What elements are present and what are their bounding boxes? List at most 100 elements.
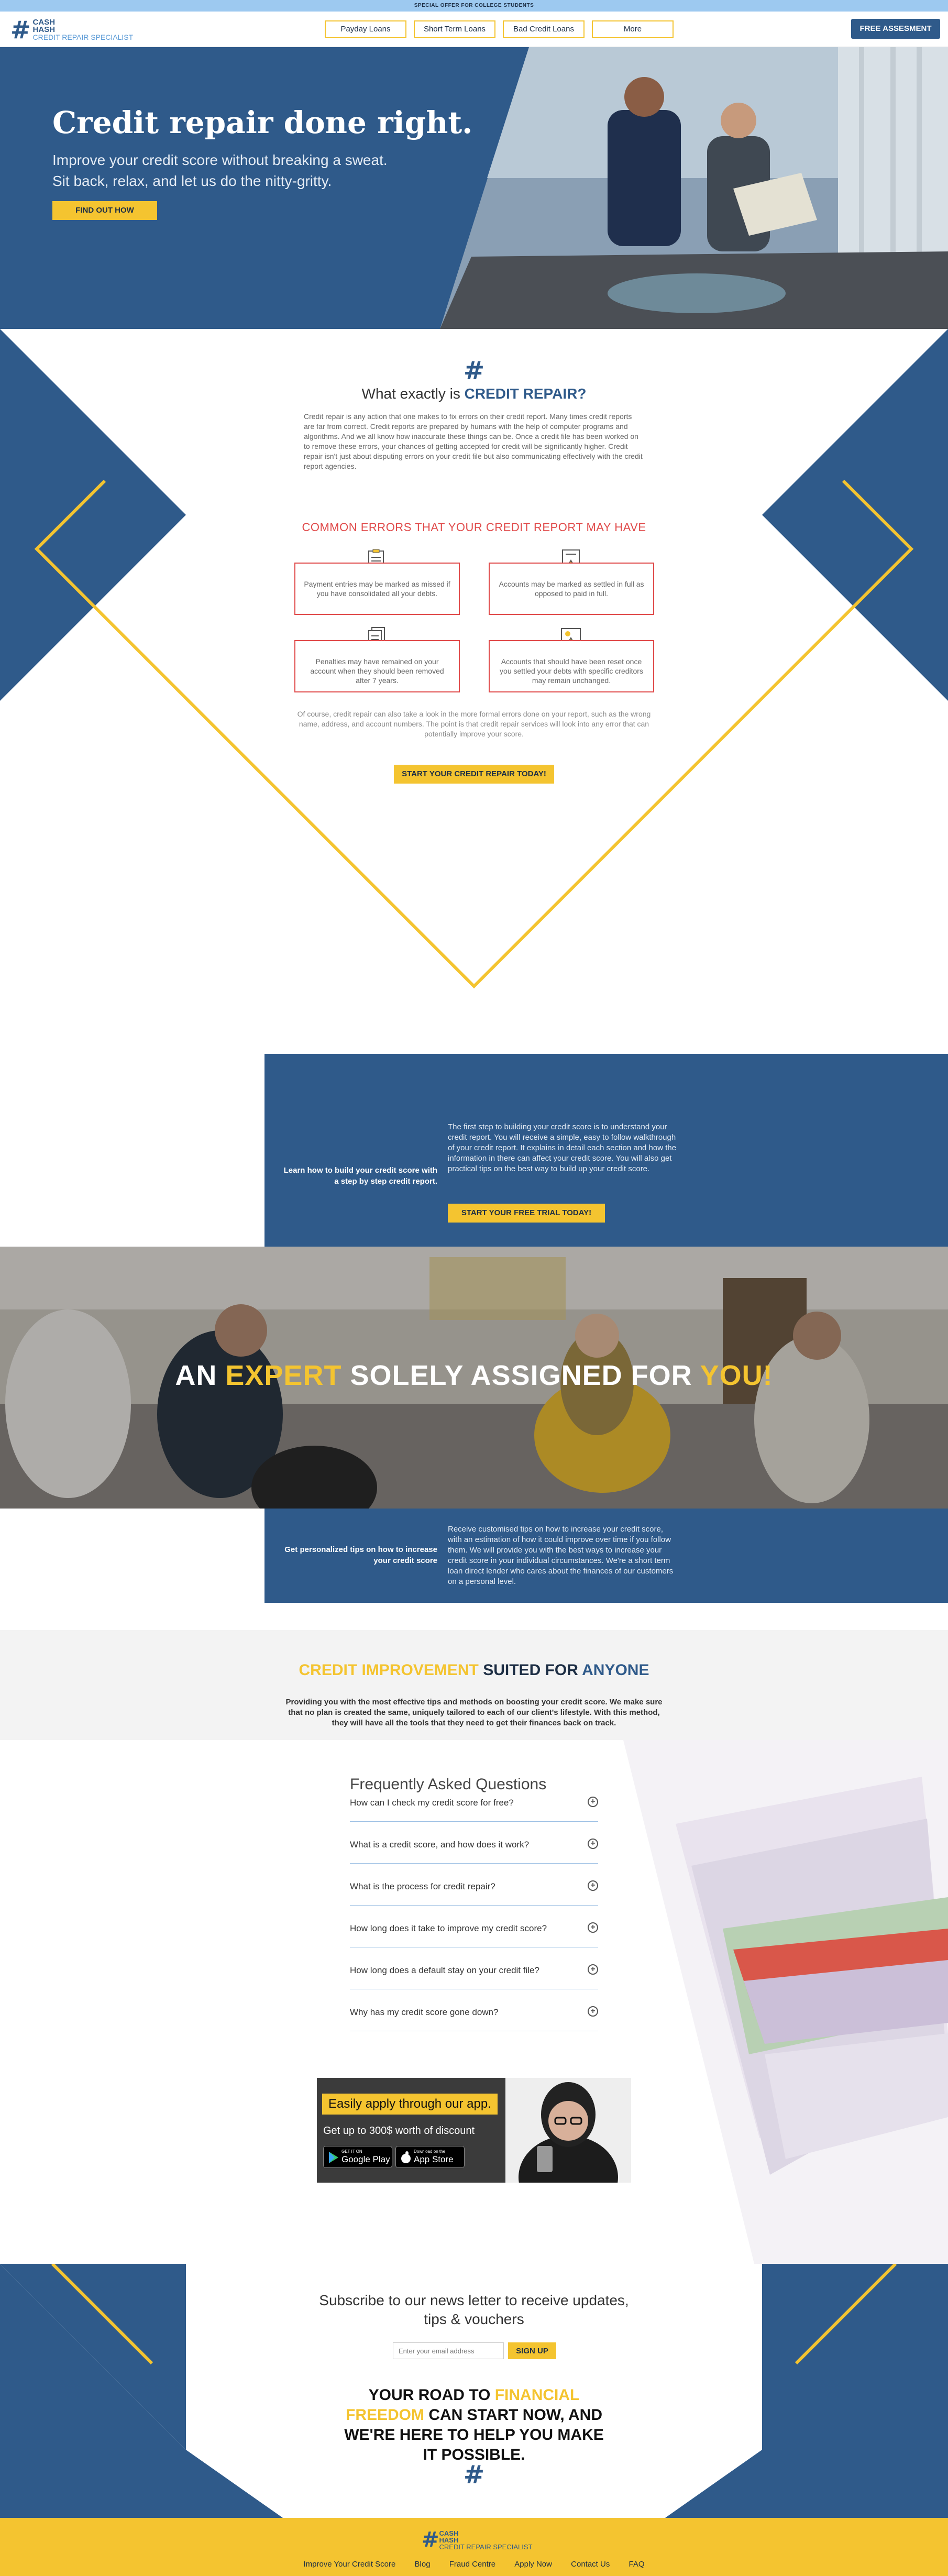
footer-nav: Improve Your Credit Score Blog Fraud Cen… [0,2560,948,2569]
plus-icon[interactable]: + [588,1839,598,1849]
find-out-how-button[interactable]: FIND OUT HOW [52,201,157,220]
plus-icon[interactable]: + [588,1880,598,1891]
road-a: YOUR ROAD TO [368,2386,491,2404]
errors-note: Of course, credit repair can also take a… [297,710,651,738]
faq-item-5[interactable]: How long does a default stay on your cre… [350,1950,598,1989]
app-store-big: App Store [414,2154,454,2164]
hero: Credit repair done right. Improve your c… [0,47,948,329]
footer-link-improve[interactable]: Improve Your Credit Score [303,2560,395,2569]
nav-short-term-loans[interactable]: Short Term Loans [414,20,495,38]
learn-band: Learn how to build your credit score wit… [264,1054,948,1247]
plus-icon[interactable]: + [588,2006,598,2017]
start-free-trial-button[interactable]: START YOUR FREE TRIAL TODAY! [448,1204,605,1223]
google-play-icon [329,2152,338,2163]
start-credit-repair-button[interactable]: START YOUR CREDIT REPAIR TODAY! [394,765,554,784]
what-title-prefix: What exactly is [361,386,460,402]
faq-item-3[interactable]: What is the process for credit repair? + [350,1866,598,1906]
faq-question: How can I check my credit score for free… [350,1798,514,1808]
nav-payday-loans[interactable]: Payday Loans [325,20,406,38]
app-banner[interactable]: Easily apply through our app. Get up to … [317,2078,631,2183]
what-title: What exactly is CREDIT REPAIR? [283,386,665,402]
faq-question: Why has my credit score gone down? [350,2007,499,2017]
footer-link-faq[interactable]: FAQ [629,2560,645,2569]
plus-icon[interactable]: + [588,1964,598,1975]
faq-question: How long does a default stay on your cre… [350,1965,539,1975]
plus-icon[interactable]: + [588,1922,598,1933]
app-title: Easily apply through our app. [322,2094,498,2115]
hash-logo-icon: # [422,2528,439,2552]
improvement-title-1: CREDIT IMPROVEMENT [299,1661,479,1679]
newsletter-title: Subscribe to our news letter to receive … [319,2292,629,2327]
sign-up-button[interactable]: SIGN UP [508,2342,556,2359]
google-play-button[interactable]: GET IT ON Google Play [323,2146,392,2168]
what-is-block: # What exactly is CREDIT REPAIR? Credit … [283,356,665,471]
expert-title: AN EXPERT SOLELY ASSIGNED FOR YOU! [0,1359,948,1392]
faq-item-2[interactable]: What is a credit score, and how does it … [350,1824,598,1864]
error-card-2: Accounts may be marked as settled in ful… [489,563,654,615]
what-title-highlight: CREDIT REPAIR? [464,386,587,402]
what-body: Credit repair is any action that one mak… [304,412,643,470]
hash-logo-icon: # [10,16,31,44]
hero-line-2: Sit back, relax, and let us do the nitty… [52,173,332,189]
learn-lead: Learn how to build your credit score wit… [283,1166,437,1186]
road-message: YOUR ROAD TO FINANCIAL FREEDOM CAN START… [335,2385,613,2490]
logo-line2: HASH [32,25,56,34]
hero-line-1: Improve your credit score without breaki… [52,152,388,168]
hash-icon: # [463,2460,485,2490]
site-footer: # CASH HASH CREDIT REPAIR SPECIALIST Imp… [0,2518,948,2576]
learn-text: The first step to building your credit s… [448,1122,677,1173]
tips-lead: Get personalized tips on how to increase… [284,1545,437,1565]
footer-link-contact[interactable]: Contact Us [571,2560,610,2569]
footer-link-fraud[interactable]: Fraud Centre [449,2560,495,2569]
expert-w4: YOU! [700,1360,773,1391]
main-nav: Payday Loans Short Term Loans Bad Credit… [325,20,674,38]
email-input[interactable] [393,2342,504,2359]
tips-band: Get personalized tips on how to increase… [264,1509,948,1603]
error-card-4: Accounts that should have been reset onc… [489,640,654,692]
expert-w1: AN [175,1360,217,1391]
google-play-big: Google Play [341,2154,390,2164]
error-card-1: Payment entries may be marked as missed … [294,563,460,615]
app-discount: Get up to 300$ worth of discount [323,2125,475,2137]
hash-icon: # [463,356,485,386]
expert-section: AN EXPERT SOLELY ASSIGNED FOR YOU! [0,1247,948,1509]
footer-logo[interactable]: # CASH HASH CREDIT REPAIR SPECIALIST [422,2529,532,2550]
error-card-3: Penalties may have remained on your acco… [294,640,460,692]
footer-logo-tagline: CREDIT REPAIR SPECIALIST [439,2542,533,2551]
google-play-small: GET IT ON [341,2149,362,2154]
promo-bar: SPECIAL OFFER FOR COLLEGE STUDENTS [0,0,948,12]
improvement-title-2: SUITED FOR [483,1661,578,1679]
hero-title: Credit repair done right. [52,105,473,140]
improvement-title: CREDIT IMPROVEMENT SUITED FOR ANYONE [0,1661,948,1679]
faq-question: How long does it take to improve my cred… [350,1923,547,1933]
plus-icon[interactable]: + [588,1797,598,1807]
expert-w3: SOLELY ASSIGNED FOR [350,1360,692,1391]
tips-text: Receive customised tips on how to increa… [448,1525,674,1586]
faq-item-4[interactable]: How long does it take to improve my cred… [350,1908,598,1947]
faq-item-6[interactable]: Why has my credit score gone down? + [350,1991,598,2031]
nav-more[interactable]: More [592,20,674,38]
faq-item-1[interactable]: How can I check my credit score for free… [350,1782,598,1822]
faq-question: What is a credit score, and how does it … [350,1840,530,1850]
site-header: # CASH HASH CREDIT REPAIR SPECIALIST Pay… [0,12,948,47]
faq-question: What is the process for credit repair? [350,1881,495,1891]
newsletter-section: Subscribe to our news letter to receive … [0,2264,948,2518]
footer-link-apply[interactable]: Apply Now [514,2560,552,2569]
footer-link-blog[interactable]: Blog [415,2560,431,2569]
improvement-title-3: ANYONE [582,1661,649,1679]
nav-bad-credit-loans[interactable]: Bad Credit Loans [503,20,585,38]
faq-section: Frequently Asked Questions How can I che… [0,1740,948,2264]
app-store-button[interactable]: Download on the App Store [395,2146,465,2168]
logo[interactable]: # CASH HASH CREDIT REPAIR SPECIALIST [10,18,133,42]
footer-logo-line2: HASH [439,2536,459,2544]
free-assesment-button[interactable]: FREE ASSESMENT [851,19,940,39]
apple-icon [401,2151,411,2163]
footer-logo-line1: CASH [439,2529,459,2537]
app-store-small: Download on the [414,2149,446,2154]
logo-tagline: CREDIT REPAIR SPECIALIST [32,33,134,41]
errors-title: COMMON ERRORS THAT YOUR CREDIT REPORT MA… [302,521,646,534]
improvement-text: Providing you with the most effective ti… [285,1698,663,1727]
credit-repair-section: # What exactly is CREDIT REPAIR? Credit … [0,329,948,1052]
expert-w2: EXPERT [225,1360,342,1391]
improvement-section: CREDIT IMPROVEMENT SUITED FOR ANYONE Pro… [0,1630,948,1740]
